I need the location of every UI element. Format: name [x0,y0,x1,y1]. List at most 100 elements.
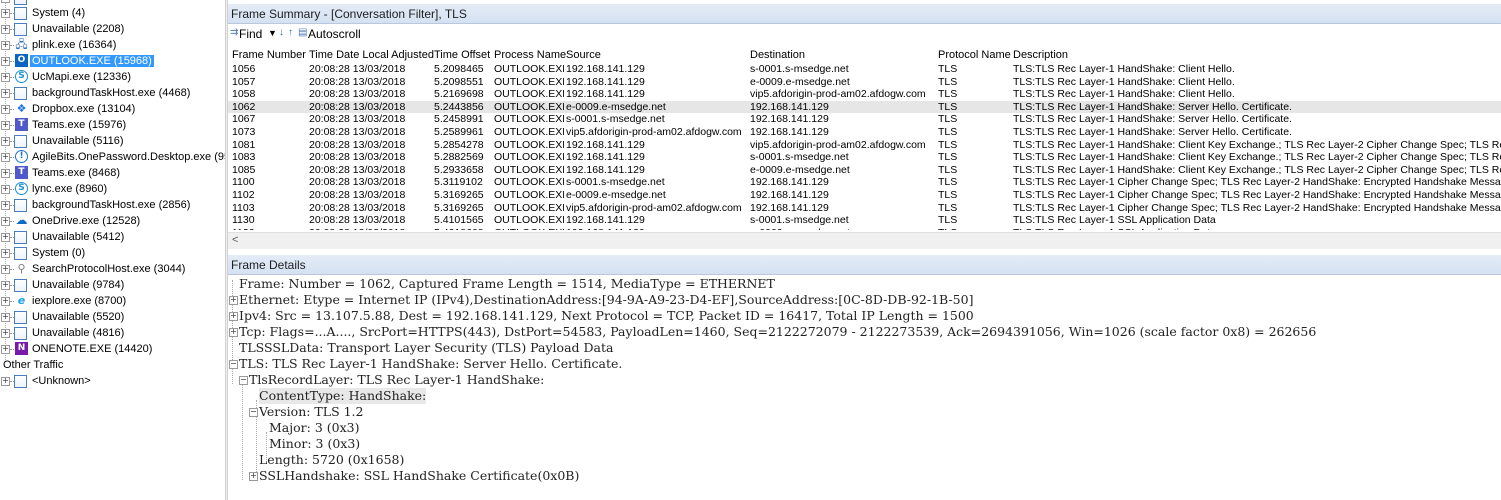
column-header-process-name[interactable]: Process Name [494,49,566,61]
expand-icon[interactable]: + [1,73,10,82]
frame-row[interactable]: 1062 20:08:28 13/03/2018 5.2443856 OUTLOOK.… [228,100,1501,113]
blank-icon[interactable] [14,247,27,260]
tree-item-backgroundtaskhost-4468[interactable]: + backgroundTaskHost.exe (4468) [0,85,225,101]
expand-icon[interactable]: + [1,41,10,50]
blank-icon[interactable] [14,199,27,212]
expand-icon[interactable]: + [1,345,10,354]
collapse-icon[interactable]: − [249,408,258,417]
tree-item-unavailable-5116[interactable]: + Unavailable (5116) [0,133,225,149]
tree-item-searchprotocolhost[interactable]: + ⚲ SearchProtocolHost.exe (3044) [0,261,225,277]
collapse-icon[interactable]: − [239,376,248,385]
expand-icon[interactable]: + [1,57,10,66]
frame-row[interactable]: 1100 20:08:28 13/03/2018 5.3119102 OUTLOOK.… [228,176,1501,188]
expand-icon[interactable]: + [1,217,10,226]
column-header-destination[interactable]: Destination [750,49,805,61]
expand-icon[interactable]: + [1,233,10,242]
column-header-time-offset[interactable]: Time Offset [434,49,490,61]
frame-row[interactable]: 1058 20:08:28 13/03/2018 5.2169698 OUTLOOK.… [228,88,1501,100]
tree-item-teams-15976[interactable]: + T Teams.exe (15976) [0,117,225,133]
tree-item-ucmapi[interactable]: + S UcMapi.exe (12336) [0,69,225,85]
cell-description: TLS:TLS Rec Layer-1 HandShake: Client Ke… [1013,151,1501,164]
expand-icon[interactable]: + [1,297,10,306]
find-up-arrow-icon[interactable]: ↑ [288,27,293,38]
expand-icon[interactable]: + [1,249,10,258]
tree-item-other-traffic[interactable]: Other Traffic [0,357,225,373]
blank-icon[interactable] [14,327,27,340]
tree-item-backgroundtaskhost-2856[interactable]: + backgroundTaskHost.exe (2856) [0,197,225,213]
column-header-time-date[interactable]: Time Date Local Adjusted [309,49,434,61]
find-down-arrow-icon[interactable]: ↓ [279,27,284,38]
expand-icon[interactable]: + [1,329,10,338]
column-header-source[interactable]: Source [566,49,601,61]
blank-icon[interactable] [14,279,27,292]
blank-icon[interactable] [14,23,27,36]
frame-row[interactable]: 1056 20:08:28 13/03/2018 5.2098465 OUTLOOK.… [228,63,1501,75]
tree-item-unavailable-5412[interactable]: + Unavailable (5412) [0,229,225,245]
frame-row[interactable]: 1067 20:08:28 13/03/2018 5.2458991 OUTLOOK.… [228,113,1501,125]
tree-item-onedrive[interactable]: + ☁ OneDrive.exe (12528) [0,213,225,229]
tree-item-plink[interactable]: + 🖧 plink.exe (16364) [0,37,225,53]
frame-row[interactable]: 1102 20:08:28 13/03/2018 5.3169265 OUTLOOK.… [228,189,1501,201]
blank-icon[interactable] [14,135,27,148]
tree-item-onenote[interactable]: + N ONENOTE.EXE (14420) [0,341,225,357]
cell-time-date: 20:08:28 13/03/2018 [309,126,406,138]
tree-item-dropbox[interactable]: + ❖ Dropbox.exe (13104) [0,101,225,117]
frame-row[interactable]: 1073 20:08:28 13/03/2018 5.2589961 OUTLOOK.… [228,126,1501,138]
tree-item-teams-8468[interactable]: + T Teams.exe (8468) [0,165,225,181]
expand-icon[interactable]: + [1,25,10,34]
collapse-icon[interactable]: − [229,360,238,369]
find-dropdown-icon[interactable]: ▼ [268,28,277,38]
column-header-description[interactable]: Description [1013,49,1068,61]
column-header-protocol-name[interactable]: Protocol Name [938,49,1011,61]
autoscroll-button[interactable]: Autoscroll [308,27,361,41]
tree-item-unavailable-2208[interactable]: + Unavailable (2208) [0,21,225,37]
tree-item-lync[interactable]: + S lync.exe (8960) [0,181,225,197]
tree-item-iexplore[interactable]: + e iexplore.exe (8700) [0,293,225,309]
expand-icon[interactable]: + [1,9,10,18]
tree-item-unavailable-9784[interactable]: + Unavailable (9784) [0,277,225,293]
expand-icon[interactable]: + [1,153,10,162]
frame-row[interactable]: 1103 20:08:28 13/03/2018 5.3169265 OUTLOOK.… [228,202,1501,214]
frame-row[interactable]: 1057 20:08:28 13/03/2018 5.2098551 OUTLOOK.… [228,76,1501,88]
horizontal-scrollbar[interactable]: < [228,232,1501,249]
expand-icon[interactable]: + [1,185,10,194]
expand-icon[interactable]: + [1,121,10,130]
expand-icon[interactable]: + [229,312,238,321]
expand-icon[interactable]: + [1,265,10,274]
blank-icon[interactable] [14,311,27,324]
expand-icon[interactable]: + [249,472,258,481]
expand-icon[interactable]: + [1,0,10,3]
frame-row[interactable]: 1130 20:08:28 13/03/2018 5.4101565 OUTLOOK.… [228,214,1501,226]
blank-icon[interactable] [14,7,27,20]
expand-icon[interactable]: + [1,137,10,146]
expand-icon[interactable]: + [1,169,10,178]
frame-row[interactable]: 1081 20:08:28 13/03/2018 5.2854278 OUTLOOK.… [228,139,1501,151]
expand-icon[interactable]: + [1,313,10,322]
blank-icon[interactable] [14,231,27,244]
column-header-frame-number[interactable]: Frame Number [232,49,306,61]
expand-icon[interactable]: + [1,105,10,114]
expand-icon[interactable]: + [229,296,238,305]
tree-item-unavailable-4816[interactable]: + Unavailable (4816) [0,325,225,341]
frame-row[interactable]: 113220:08:28 13/03/20185.4218608OUTLOOK.… [228,227,1501,230]
frame-row[interactable]: 1083 20:08:28 13/03/2018 5.2882569 OUTLOOK.… [228,151,1501,163]
cell-description: TLS:TLS Rec Layer-1 HandShake: Client He… [1013,88,1235,101]
tree-item-unavailable-5520[interactable]: + Unavailable (5520) [0,309,225,325]
cell-source: s-0001.s-msedge.net [566,113,665,126]
tree-item-unknown[interactable]: + <Unknown> [0,373,225,389]
tree-item-outlook[interactable]: + O OUTLOOK.EXE (15968) [0,53,225,69]
expand-icon[interactable]: + [1,281,10,290]
expand-icon[interactable]: + [1,89,10,98]
find-button[interactable]: Find [239,27,262,41]
tree-item-system-4[interactable]: + System (4) [0,5,225,21]
scroll-left-icon[interactable]: < [232,234,238,246]
tree-item-system-0[interactable]: + System (0) [0,245,225,261]
expand-icon[interactable]: + [1,201,10,210]
blank-icon[interactable] [14,87,27,100]
tree-item-onepassword[interactable]: + ! AgileBits.OnePassword.Desktop.exe (9… [0,149,225,165]
frame-row[interactable]: 1085 20:08:28 13/03/2018 5.2933658 OUTLOOK.… [228,164,1501,176]
cell-protocol-name: TLS [938,201,958,214]
expand-icon[interactable]: + [1,377,10,386]
blank-icon[interactable] [14,375,27,388]
expand-icon[interactable]: + [229,328,238,337]
